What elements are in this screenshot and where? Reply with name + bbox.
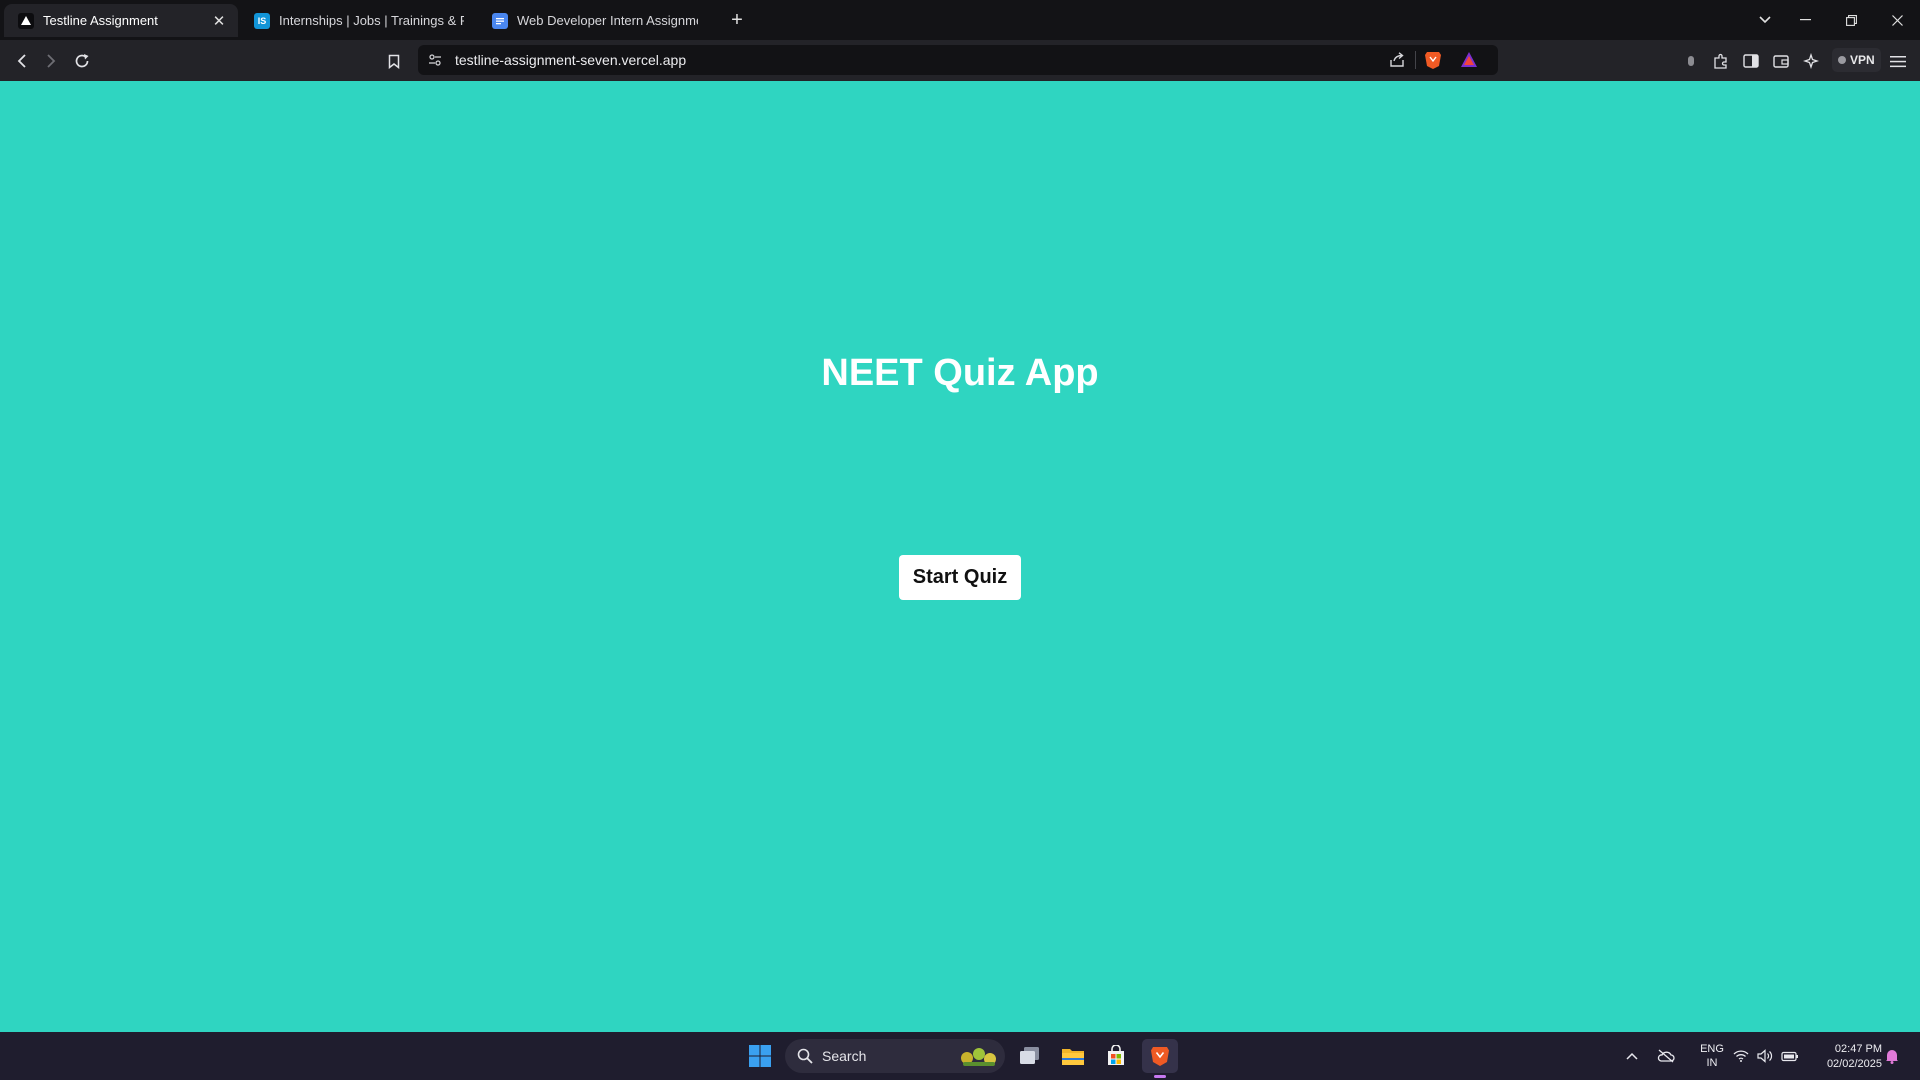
search-highlight-icon [957, 1044, 1001, 1073]
forward-icon[interactable] [38, 48, 64, 74]
brave-shields-icon[interactable] [1424, 50, 1442, 75]
clock-time: 02:47 PM [1834, 1043, 1882, 1055]
url-text[interactable]: testline-assignment-seven.vercel.app [455, 52, 686, 68]
windows-taskbar: Search ENG IN 02:47 PM 02/02/2025 [0, 1032, 1920, 1080]
tab-internshala[interactable]: IS Internships | Jobs | Trainings & Plac… [240, 4, 474, 37]
show-hidden-icons[interactable] [1626, 1032, 1638, 1080]
menu-icon[interactable] [1885, 48, 1911, 74]
tab-testline-assignment[interactable]: Testline Assignment ✕ [4, 4, 238, 37]
close-window-icon[interactable] [1882, 8, 1912, 32]
url-divider [1415, 51, 1416, 69]
internshala-logo-icon: IS [254, 12, 270, 29]
language-indicator[interactable]: ENG IN [1692, 1042, 1732, 1070]
page-viewport: NEET Quiz App Start Quiz [0, 81, 1920, 1032]
clock-date: 02/02/2025 [1826, 1058, 1882, 1070]
tab-title: Testline Assignment [43, 13, 158, 28]
reload-icon[interactable] [69, 48, 95, 74]
tab-strip: Testline Assignment ✕ IS Internships | J… [0, 0, 1920, 40]
file-explorer-icon[interactable] [1055, 1039, 1091, 1073]
windows-start-icon[interactable] [742, 1039, 778, 1073]
brave-browser-taskbar-icon[interactable] [1142, 1039, 1178, 1078]
extensions-icon[interactable] [1708, 48, 1734, 74]
close-tab-icon[interactable]: ✕ [210, 12, 228, 30]
notification-bell-icon[interactable] [1885, 1032, 1899, 1080]
brave-talk-icon[interactable] [1678, 48, 1704, 74]
tab-google-doc[interactable]: Web Developer Intern Assignment - [478, 4, 708, 37]
volume-icon[interactable] [1757, 1032, 1773, 1080]
tab-search-dropdown-icon[interactable] [1750, 8, 1780, 32]
back-icon[interactable] [9, 48, 35, 74]
language-code: ENG [1700, 1043, 1724, 1055]
minimize-icon[interactable] [1790, 8, 1820, 32]
google-docs-icon [492, 12, 508, 29]
page-title: NEET Quiz App [821, 352, 1099, 394]
brave-rewards-icon[interactable] [1460, 51, 1478, 73]
tab-title: Web Developer Intern Assignment - [517, 13, 698, 28]
search-label: Search [822, 1048, 867, 1064]
wifi-icon[interactable] [1733, 1032, 1749, 1080]
onedrive-offline-icon[interactable] [1657, 1032, 1675, 1080]
address-bar[interactable]: testline-assignment-seven.vercel.app [418, 45, 1498, 75]
language-region: IN [1706, 1057, 1718, 1069]
vpn-label: VPN [1850, 53, 1875, 67]
bookmark-icon[interactable] [381, 48, 407, 74]
wallet-icon[interactable] [1768, 48, 1794, 74]
restore-icon[interactable] [1836, 8, 1866, 32]
vercel-triangle-icon [18, 12, 34, 29]
search-icon [797, 1048, 813, 1069]
vpn-button[interactable]: VPN [1832, 48, 1881, 72]
sidebar-toggle-icon[interactable] [1738, 48, 1764, 74]
leo-ai-icon[interactable] [1798, 48, 1824, 74]
start-quiz-button[interactable]: Start Quiz [899, 555, 1021, 600]
system-clock[interactable]: 02:47 PM 02/02/2025 [1806, 1042, 1882, 1072]
battery-icon[interactable] [1781, 1032, 1799, 1080]
tab-title: Internships | Jobs | Trainings & Place [279, 13, 464, 28]
share-icon[interactable] [1388, 51, 1406, 74]
site-info-icon[interactable] [427, 52, 443, 73]
taskbar-search[interactable]: Search [785, 1039, 1005, 1073]
active-app-indicator [1154, 1075, 1166, 1078]
browser-toolbar: testline-assignment-seven.vercel.app VPN [0, 40, 1920, 81]
task-view-icon[interactable] [1012, 1039, 1048, 1073]
vpn-status-icon [1838, 56, 1846, 64]
microsoft-store-icon[interactable] [1098, 1039, 1134, 1073]
new-tab-button[interactable]: + [724, 8, 750, 32]
